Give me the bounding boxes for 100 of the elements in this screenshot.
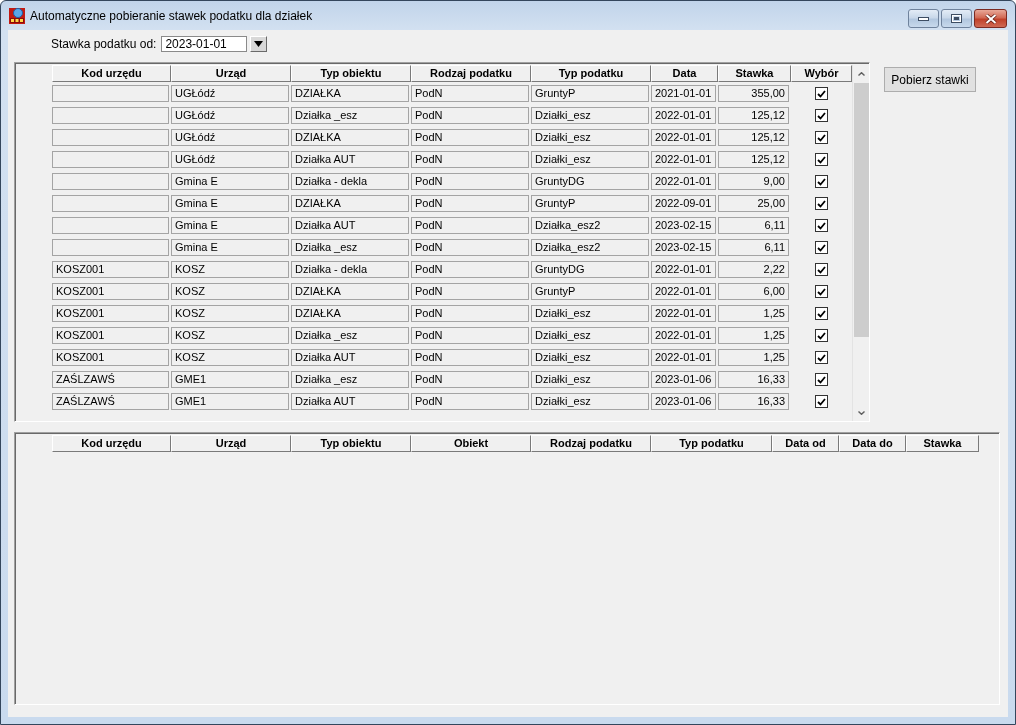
column-header: Urząd [171, 435, 291, 452]
checkbox[interactable] [815, 175, 828, 188]
column-header: Wybór [791, 65, 852, 82]
filter-label: Stawka podatku od: [51, 37, 157, 51]
table-cell: 6,11 [718, 239, 789, 256]
close-icon [984, 13, 997, 24]
table-cell: DZIAŁKA [291, 85, 409, 102]
column-header: Typ obiektu [291, 65, 411, 82]
table-cell: 2022-01-01 [651, 327, 716, 344]
table-cell: Działka _esz [291, 371, 409, 388]
table-cell: Działka AUT [291, 349, 409, 366]
column-header: Urząd [171, 65, 291, 82]
table-cell: KOSZ [171, 349, 289, 366]
table-cell: 2023-01-06 [651, 393, 716, 410]
checkbox[interactable] [815, 219, 828, 232]
table-cell: 9,00 [718, 173, 789, 190]
table-cell: KOSZ001 [52, 349, 169, 366]
table-cell: PodN [411, 393, 529, 410]
table-cell: UGŁódź [171, 85, 289, 102]
table-cell: 2022-01-01 [651, 129, 716, 146]
checkbox[interactable] [815, 241, 828, 254]
table-cell: GruntyP [531, 195, 649, 212]
column-header: Typ podatku [531, 65, 651, 82]
date-field[interactable]: 2023-01-01 [161, 36, 248, 52]
table-cell: PodN [411, 239, 529, 256]
table-cell: KOSZ001 [52, 327, 169, 344]
table-cell: 2022-01-01 [651, 261, 716, 278]
table-cell: Działki_esz [531, 107, 649, 124]
table-cell: 2021-01-01 [651, 85, 716, 102]
checkbox[interactable] [815, 285, 828, 298]
table-cell: PodN [411, 283, 529, 300]
table-cell: Działka AUT [291, 217, 409, 234]
column-header: Obiekt [411, 435, 531, 452]
table-cell: 2022-01-01 [651, 349, 716, 366]
column-header: Rodzaj podatku [531, 435, 651, 452]
checkbox[interactable] [815, 395, 828, 408]
dropdown-button[interactable] [250, 36, 268, 52]
table-cell: DZIAŁKA [291, 283, 409, 300]
table-cell: 2023-02-15 [651, 239, 716, 256]
caret-down-icon [254, 41, 264, 47]
scroll-thumb[interactable] [854, 83, 869, 337]
table-cell: PodN [411, 217, 529, 234]
maximize-button[interactable] [941, 9, 972, 28]
table-cell: 125,12 [718, 151, 789, 168]
table-cell: GruntyP [531, 283, 649, 300]
table-cell: 6,11 [718, 217, 789, 234]
caret-up-icon [857, 71, 865, 76]
table-cell: PodN [411, 151, 529, 168]
column-header: Stawka [906, 435, 979, 452]
table-cell: KOSZ [171, 305, 289, 322]
column-header: Typ obiektu [291, 435, 411, 452]
table-cell: 1,25 [718, 305, 789, 322]
table-cell: Działka AUT [291, 393, 409, 410]
minimize-button[interactable] [908, 9, 939, 28]
table-cell: 2022-01-01 [651, 305, 716, 322]
table-cell: 2022-01-01 [651, 107, 716, 124]
checkbox[interactable] [815, 351, 828, 364]
table-cell: 2023-02-15 [651, 217, 716, 234]
fetch-button[interactable]: Pobierz stawki [884, 67, 976, 92]
table-cell: ZAŚLZAWŚ [52, 393, 169, 410]
checkbox[interactable] [815, 109, 828, 122]
maximize-icon [951, 14, 962, 23]
table-cell: Gmina E [171, 217, 289, 234]
column-header: Typ podatku [651, 435, 772, 452]
table-cell: KOSZ [171, 283, 289, 300]
table-cell: KOSZ001 [52, 305, 169, 322]
window-title: Automatyczne pobieranie stawek podatku dla działek [30, 8, 313, 23]
table-cell: Działka _esz [291, 327, 409, 344]
table-cell: 2022-01-01 [651, 173, 716, 190]
table-cell: PodN [411, 85, 529, 102]
table-cell: PodN [411, 305, 529, 322]
table-cell: PodN [411, 107, 529, 124]
table-cell: 1,25 [718, 349, 789, 366]
checkbox[interactable] [815, 307, 828, 320]
table-cell: PodN [411, 195, 529, 212]
checkbox[interactable] [815, 329, 828, 342]
table-cell: DZIAŁKA [291, 305, 409, 322]
close-button[interactable] [974, 9, 1007, 28]
table-cell: Działka AUT [291, 151, 409, 168]
table-cell: Działka_esz2 [531, 217, 649, 234]
checkbox[interactable] [815, 263, 828, 276]
table-cell: Działki_esz [531, 371, 649, 388]
checkbox[interactable] [815, 197, 828, 210]
table-cell: Działka _esz [291, 239, 409, 256]
column-header: Rodzaj podatku [411, 65, 531, 82]
table-cell: PodN [411, 371, 529, 388]
table-cell: UGŁódź [171, 129, 289, 146]
checkbox[interactable] [815, 373, 828, 386]
checkbox[interactable] [815, 131, 828, 144]
table-cell: 2022-09-01 [651, 195, 716, 212]
table-cell: PodN [411, 261, 529, 278]
column-header: Data [651, 65, 718, 82]
table-cell: PodN [411, 327, 529, 344]
table-cell: Działki_esz [531, 327, 649, 344]
table-cell: Działki_esz [531, 393, 649, 410]
table-cell: Działka - dekla [291, 173, 409, 190]
checkbox[interactable] [815, 87, 828, 100]
table-cell: Działki_esz [531, 151, 649, 168]
table-cell: Działka_esz2 [531, 239, 649, 256]
checkbox[interactable] [815, 153, 828, 166]
